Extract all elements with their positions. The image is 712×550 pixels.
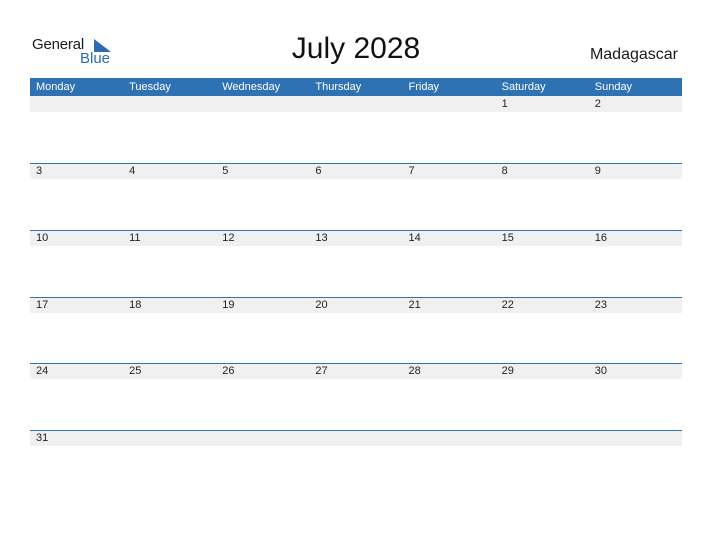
weekday-monday: Monday [36,81,76,93]
day-cell: 28 [408,365,421,377]
day-cell: 17 [36,299,49,311]
week-row: 3 4 5 6 7 8 9 [30,163,682,230]
week-row: 24 25 26 27 28 29 30 [30,363,682,430]
day-cell: 2 [594,98,601,110]
day-cell: 8 [501,165,508,177]
week-row: 12 [30,96,682,163]
weekday-header: Monday Tuesday Wednesday Thursday Friday… [30,78,682,96]
weekday-tuesday: Tuesday [129,81,171,93]
day-cell: 4 [129,165,136,177]
day-cell: 20 [315,299,328,311]
day-cell [589,430,682,446]
day-cell: 22 [501,299,514,311]
day-cell: 29 [501,365,514,377]
day-cell: 12 [222,232,235,244]
day-cell: 15 [501,232,514,244]
weekday-sunday: Sunday [594,81,633,93]
day-cell: 31 [36,432,49,444]
week-row: 31 [30,430,682,497]
day-cell: 10 [36,232,49,244]
day-cell [496,430,589,446]
day-cell: 27 [315,365,328,377]
day-cell: 14 [408,232,421,244]
day-cell [123,430,216,446]
day-cell: 21 [408,299,421,311]
day-cell: 9 [594,165,601,177]
week-row: 10 11 12 13 14 15 16 [30,230,682,297]
day-cell [123,96,216,112]
day-cell: 19 [222,299,235,311]
day-cell [30,96,123,112]
day-cell [309,96,402,112]
week-row: 17 18 19 20 21 22 23 [30,297,682,364]
day-cell: 18 [129,299,142,311]
weekday-thursday: Thursday [315,81,362,93]
day-cell: 11 [129,232,141,244]
day-cell: 6 [315,165,322,177]
weekday-wednesday: Wednesday [222,81,281,93]
day-cell: 13 [315,232,328,244]
day-cell: 23 [594,299,607,311]
day-cell: 3 [36,165,43,177]
day-cell [216,96,309,112]
day-cell: 30 [594,365,607,377]
day-cell: 1 [501,98,508,110]
day-cell [216,430,309,446]
day-cell [309,430,402,446]
day-cell [403,96,496,112]
day-cell: 7 [408,165,415,177]
day-cell: 16 [594,232,607,244]
day-cell: 24 [36,365,49,377]
weekday-friday: Friday [408,81,440,93]
country-label: Madagascar [589,46,678,63]
day-cell [403,430,496,446]
day-cell: 5 [222,165,229,177]
day-cell: 25 [129,365,142,377]
weekday-saturday: Saturday [501,81,546,93]
day-cell: 26 [222,365,235,377]
